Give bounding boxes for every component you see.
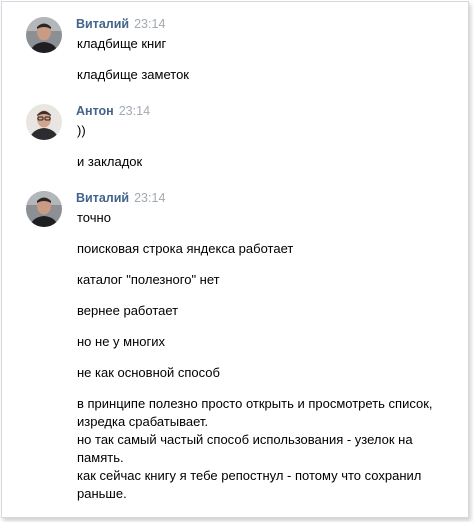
author-name[interactable]: Антон: [76, 104, 114, 118]
message-time[interactable]: 23:14: [119, 104, 150, 118]
message-text: в принципе полезно просто открыть и прос…: [77, 396, 433, 429]
chat-history-panel: Виталий 23:14 кладбище книг кладбище заме…: [1, 1, 469, 518]
user-avatar-icon: [26, 191, 62, 227]
avatar[interactable]: [26, 104, 62, 140]
message-text: как сейчас книгу я тебе репостнул - пото…: [77, 468, 422, 501]
author-name[interactable]: Виталий: [76, 191, 129, 205]
message-text: точно: [77, 210, 111, 225]
avatar[interactable]: [26, 191, 62, 227]
user-avatar-icon: [26, 17, 62, 53]
message-text: поисковая строка яндекса работает: [77, 241, 294, 256]
message-text: кладбище заметок: [77, 67, 189, 82]
message-text: )): [77, 123, 86, 138]
message-text: не как основной способ: [77, 365, 220, 380]
user-avatar-icon: [26, 104, 62, 140]
avatar[interactable]: [26, 17, 62, 53]
message-header: Антон 23:14: [76, 102, 150, 118]
message-text: но не у многих: [77, 334, 166, 349]
message-time[interactable]: 23:14: [134, 191, 165, 205]
message-text: и закладок: [77, 154, 143, 169]
message-text: но так самый частый способ использования…: [77, 432, 413, 465]
message-text: каталог "полезного" нет: [77, 272, 220, 287]
message-header: Виталий 23:14: [76, 189, 165, 205]
message-header: Виталий 23:14: [76, 15, 165, 31]
author-name[interactable]: Виталий: [76, 17, 129, 31]
message-text: вернее работает: [77, 303, 179, 318]
message-text: кладбище книг: [77, 36, 167, 51]
message-time[interactable]: 23:14: [134, 17, 165, 31]
